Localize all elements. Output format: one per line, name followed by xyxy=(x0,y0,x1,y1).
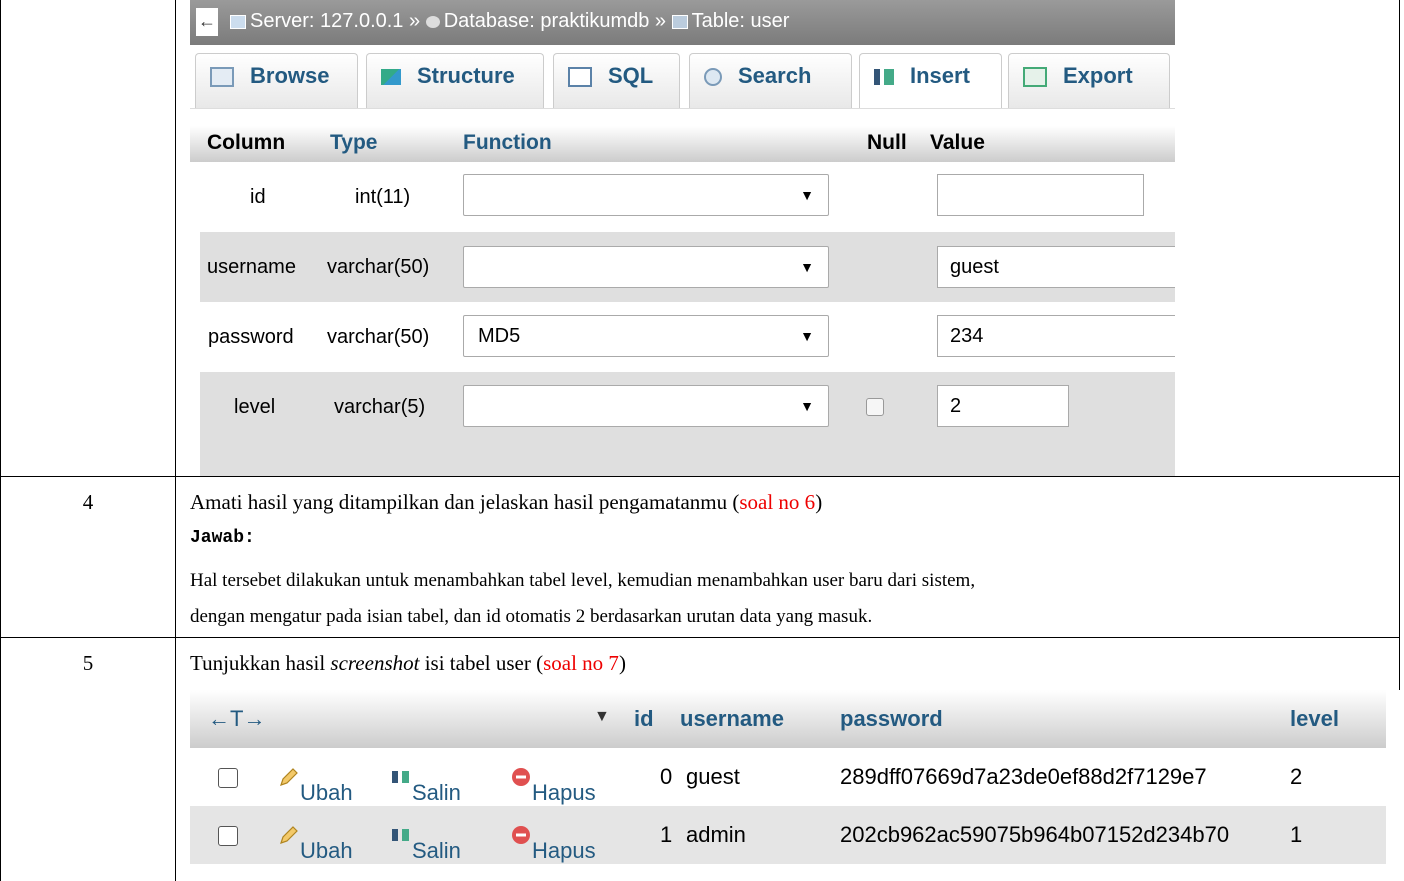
copy-link[interactable]: Salin xyxy=(390,764,461,805)
breadcrumb-table[interactable]: Table: user xyxy=(692,10,790,32)
question-ref: soal no 7 xyxy=(543,651,619,675)
answer-label: Jawab: xyxy=(190,528,255,548)
insert-row-id: id int(11) ▼ xyxy=(200,162,1175,232)
delete-icon xyxy=(512,826,530,844)
value-input[interactable] xyxy=(937,174,1144,216)
delete-icon xyxy=(512,768,530,786)
table-column-divider xyxy=(175,0,176,881)
row-number: 4 xyxy=(82,490,94,514)
instruction-6: Amati hasil yang ditampilkan dan jelaska… xyxy=(190,490,823,514)
pencil-icon xyxy=(280,768,298,786)
table-row: Ubah Salin Hapus 0 guest 289dff07669d7a2… xyxy=(190,748,1386,806)
function-select[interactable]: MD5 ▼ xyxy=(463,315,829,357)
export-icon xyxy=(1023,67,1047,88)
tab-sql[interactable]: SQL xyxy=(553,53,680,108)
tab-export[interactable]: Export xyxy=(1008,53,1170,108)
chevron-down-icon: ▼ xyxy=(800,187,814,203)
copy-icon xyxy=(392,829,409,841)
insert-table-header: Column Type Function Null Value xyxy=(190,126,1175,162)
pma-browse-screenshot: ←T→ ▼ id username password level Ubah Sa… xyxy=(190,690,1386,881)
row-checkbox[interactable] xyxy=(218,768,238,788)
table-border-right xyxy=(1399,0,1400,690)
header-function: Function xyxy=(463,131,552,154)
header-column: Column xyxy=(207,131,286,154)
value-input[interactable]: guest xyxy=(937,246,1175,288)
value-input[interactable]: 234 xyxy=(937,315,1175,357)
question-ref: soal no 6 xyxy=(739,490,816,514)
cell-id: 1 xyxy=(660,822,673,847)
insert-row-username: username varchar(50) ▼ guest xyxy=(200,232,1175,302)
row-checkbox[interactable] xyxy=(218,826,238,846)
pma-insert-screenshot: ← Server: 127.0.0.1 » Database: praktiku… xyxy=(190,0,1175,476)
breadcrumb-server[interactable]: Server: 127.0.0.1 xyxy=(250,10,403,32)
breadcrumb-database[interactable]: Database: praktikumdb xyxy=(444,10,650,32)
server-icon xyxy=(230,14,246,29)
function-select[interactable]: ▼ xyxy=(463,385,829,427)
header-id[interactable]: id xyxy=(634,706,654,732)
table-row-divider xyxy=(0,476,1400,477)
function-select[interactable]: ▼ xyxy=(463,174,829,216)
insert-icon xyxy=(874,69,894,86)
search-icon xyxy=(704,68,722,87)
answer-line-2: dengan mengatur pada isian tabel, dan id… xyxy=(190,606,873,627)
header-type: Type xyxy=(330,131,378,154)
copy-link[interactable]: Salin xyxy=(390,822,461,863)
null-checkbox[interactable] xyxy=(866,398,884,416)
tab-browse[interactable]: Browse xyxy=(195,53,358,108)
sql-icon xyxy=(568,67,592,88)
header-password[interactable]: password xyxy=(840,706,943,732)
chevron-down-icon: ▼ xyxy=(800,259,814,275)
header-username[interactable]: username xyxy=(680,706,784,732)
tab-search[interactable]: Search xyxy=(689,53,852,108)
delete-link[interactable]: Hapus xyxy=(510,822,596,863)
insert-row-password: password varchar(50) MD5 ▼ 234 xyxy=(200,302,1175,372)
cell-username: guest xyxy=(686,764,740,789)
table-icon xyxy=(671,14,688,29)
sort-arrow-icon[interactable]: ▼ xyxy=(594,708,610,726)
insert-row-level: level varchar(5) ▼ 2 xyxy=(200,372,1175,476)
browse-icon xyxy=(210,67,234,88)
cell-level: 1 xyxy=(1290,822,1303,847)
cell-level: 2 xyxy=(1290,764,1303,789)
chevron-down-icon: ▼ xyxy=(800,398,814,414)
database-icon xyxy=(425,15,440,28)
cell-password: 289dff07669d7a23de0ef88d2f7129e7 xyxy=(840,764,1207,789)
column-nav-arrows[interactable]: ←T→ xyxy=(208,706,265,732)
delete-link[interactable]: Hapus xyxy=(510,764,596,805)
header-level[interactable]: level xyxy=(1290,706,1339,732)
tab-structure[interactable]: Structure xyxy=(366,53,544,108)
back-arrow-icon[interactable]: ← xyxy=(196,8,218,36)
chevron-down-icon: ▼ xyxy=(800,328,814,344)
edit-link[interactable]: Ubah xyxy=(278,822,353,863)
structure-icon xyxy=(381,69,401,86)
table-border-left xyxy=(0,0,1,881)
table-row: Ubah Salin Hapus 1 admin 202cb962ac59075… xyxy=(190,806,1386,864)
table-row-divider xyxy=(0,637,1400,638)
cell-password: 202cb962ac59075b964b07152d234b70 xyxy=(840,822,1230,847)
cell-id: 0 xyxy=(660,764,673,789)
instruction-7: Tunjukkan hasil screenshot isi tabel use… xyxy=(190,651,626,675)
value-input[interactable]: 2 xyxy=(937,385,1069,427)
row-number: 5 xyxy=(82,651,94,675)
copy-icon xyxy=(392,771,409,783)
header-value: Value xyxy=(930,131,985,154)
browse-table-header: ←T→ ▼ id username password level xyxy=(190,690,1386,748)
breadcrumb: ← Server: 127.0.0.1 » Database: praktiku… xyxy=(190,0,1175,45)
header-null: Null xyxy=(867,131,907,154)
cell-username: admin xyxy=(686,822,746,847)
pencil-icon xyxy=(280,826,298,844)
edit-link[interactable]: Ubah xyxy=(278,764,353,805)
answer-line-1: Hal tersebet dilakukan untuk menambahkan… xyxy=(190,570,976,591)
tab-insert[interactable]: Insert xyxy=(859,53,1002,108)
function-select[interactable]: ▼ xyxy=(463,246,829,288)
tab-bar: Browse Structure SQL Search Insert Expor… xyxy=(190,45,1175,109)
